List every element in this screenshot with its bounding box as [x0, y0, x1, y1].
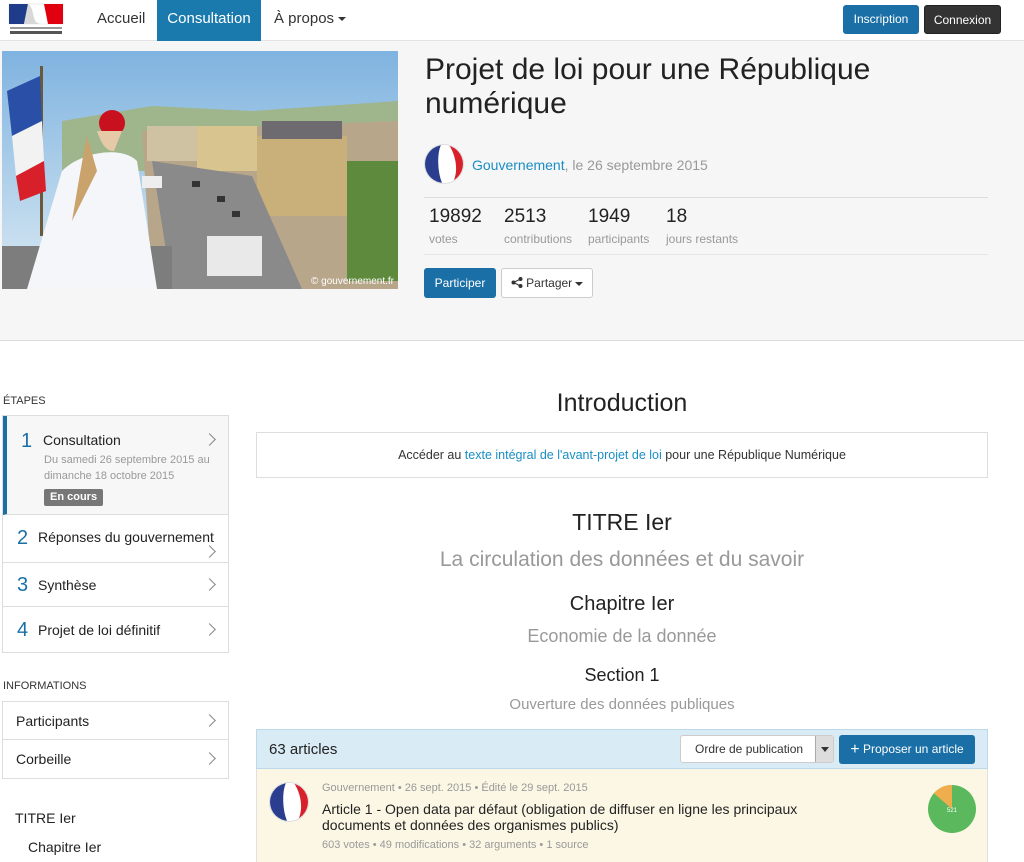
step-title: Réponses du gouvernement	[38, 529, 214, 545]
partager-label: Partager	[526, 276, 573, 290]
stat-value: 19892	[429, 206, 482, 227]
chapitre-subtitle: Economie de la donnée	[527, 626, 717, 646]
chevron-right-icon	[203, 545, 216, 558]
step-title: Synthèse	[38, 577, 97, 593]
section-subtitle: Ouverture des données publiques	[509, 696, 735, 713]
stat-value: 1949	[588, 206, 631, 227]
divider	[424, 254, 988, 255]
step-projet-definitif[interactable]: 4 Projet de loi définitif	[3, 607, 228, 652]
toc-chapitre[interactable]: Chapitre Ier	[28, 839, 101, 855]
step-number: 1	[21, 430, 33, 452]
intro-suffix: pour une République Numérique	[661, 448, 846, 462]
author-avatar[interactable]	[424, 144, 464, 184]
stat-jours-restants: 18 jours restants	[666, 206, 738, 246]
nav-a-propos[interactable]: À propos	[262, 0, 358, 41]
full-text-link[interactable]: texte intégral de l'avant-projet de loi	[465, 448, 662, 462]
titre-subtitle: La circulation des données et du savoir	[439, 548, 805, 571]
nav-accueil[interactable]: Accueil	[85, 0, 157, 41]
steps-list: 1 Consultation Du samedi 26 septembre 20…	[2, 415, 229, 653]
author-line: Gouvernement, le 26 septembre 2015	[472, 157, 708, 173]
page-title: Projet de loi pour une République numéri…	[425, 53, 871, 120]
article-item[interactable]: Gouvernement • 26 sept. 2015 • Édité le …	[256, 769, 988, 862]
titre-heading: TITRE Ier	[572, 509, 672, 535]
nav-consultation[interactable]: Consultation	[157, 0, 261, 41]
caret-down-icon	[575, 281, 584, 286]
navbar: Accueil Consultation À propos Inscriptio…	[0, 0, 1024, 41]
chevron-right-icon	[203, 433, 216, 446]
stat-label: contributions	[504, 232, 573, 246]
stat-label: jours restants	[666, 232, 739, 246]
participer-button[interactable]: Participer	[424, 268, 496, 298]
propose-label: Proposer un article	[862, 742, 964, 756]
plus-icon: +	[850, 741, 860, 758]
stat-value: 18	[666, 206, 688, 227]
chapitre-heading: Chapitre Ier	[569, 593, 675, 615]
stat-label: participants	[588, 232, 650, 246]
informations-list: Participants Corbeille	[2, 701, 229, 779]
article-stats: 603 votes • 49 modifications • 32 argume…	[322, 839, 589, 851]
connexion-button[interactable]: Connexion	[924, 5, 1001, 34]
author-link[interactable]: Gouvernement	[472, 157, 565, 173]
share-icon	[511, 277, 523, 288]
step-number: 4	[17, 619, 29, 641]
informations-heading: INFORMATIONS	[3, 680, 87, 692]
step-title: Consultation	[43, 432, 121, 448]
info-corbeille[interactable]: Corbeille	[3, 740, 228, 778]
info-participants[interactable]: Participants	[3, 702, 228, 740]
step-number: 2	[17, 527, 29, 549]
inscription-button[interactable]: Inscription	[843, 5, 919, 34]
info-label: Corbeille	[16, 751, 72, 767]
step-dates: Du samedi 26 septembre 2015 au dimanche …	[44, 454, 210, 482]
step-synthese[interactable]: 3 Synthèse	[3, 563, 228, 607]
publication-date: , le 26 septembre 2015	[564, 157, 708, 173]
chevron-right-icon	[203, 578, 216, 591]
dropdown-arrow-icon	[815, 736, 833, 762]
image-credit: © gouvernement.fr	[311, 276, 394, 287]
articles-toolbar: 63 articles Ordre de publication + Propo…	[256, 729, 988, 769]
article-title[interactable]: Article 1 - Open data par défaut (obliga…	[322, 801, 842, 833]
chevron-right-icon	[203, 623, 216, 636]
order-select-value: Ordre de publication	[695, 742, 804, 756]
introduction-heading: Introduction	[556, 389, 688, 417]
stat-participants: 1949 participants	[588, 206, 649, 246]
votes-pie-chart: 521	[927, 784, 977, 834]
step-number: 3	[17, 574, 29, 596]
stat-votes: 19892 votes	[429, 206, 482, 246]
articles-count: 63 articles	[269, 741, 338, 758]
pie-label: 521	[947, 808, 958, 814]
toc-titre[interactable]: TITRE Ier	[15, 810, 76, 826]
chevron-right-icon	[203, 714, 216, 727]
caret-down-icon	[338, 17, 347, 22]
intro-box: Accéder au texte intégral de l'avant-pro…	[256, 432, 988, 478]
hero-image: © gouvernement.fr	[2, 51, 398, 289]
steps-heading: ÉTAPES	[3, 395, 46, 407]
status-badge: En cours	[44, 489, 104, 506]
step-consultation[interactable]: 1 Consultation Du samedi 26 septembre 20…	[3, 416, 228, 515]
step-title: Projet de loi définitif	[38, 622, 161, 638]
article-meta: Gouvernement • 26 sept. 2015 • Édité le …	[322, 782, 588, 794]
author-avatar	[269, 782, 309, 822]
propose-article-button[interactable]: + Proposer un article	[839, 735, 975, 764]
step-reponses[interactable]: 2 Réponses du gouvernement	[3, 515, 228, 563]
divider	[424, 197, 988, 198]
hero-section: © gouvernement.fr Projet de loi pour une…	[0, 41, 1024, 341]
info-label: Participants	[16, 713, 90, 729]
stat-value: 2513	[504, 206, 547, 227]
chevron-right-icon	[203, 752, 216, 765]
order-select[interactable]: Ordre de publication	[680, 735, 834, 763]
section-heading: Section 1	[584, 665, 660, 685]
republique-francaise-logo[interactable]	[6, 2, 66, 38]
intro-prefix: Accéder au	[398, 448, 465, 462]
stat-label: votes	[429, 232, 458, 246]
nav-a-propos-label: À propos	[274, 10, 335, 27]
stat-contributions: 2513 contributions	[504, 206, 572, 246]
partager-button[interactable]: Partager	[501, 268, 593, 298]
